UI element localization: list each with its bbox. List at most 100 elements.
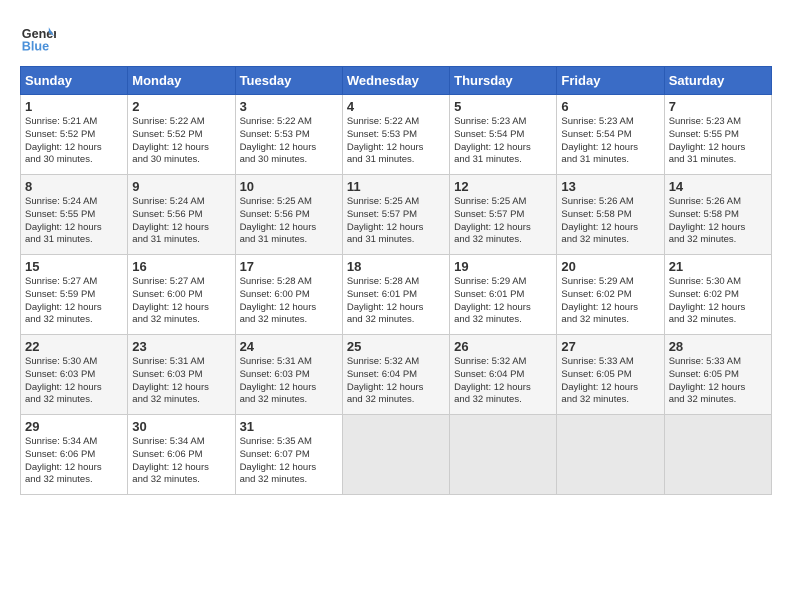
day-number: 21 xyxy=(669,259,767,274)
cell-content: Sunrise: 5:22 AM Sunset: 5:53 PM Dayligh… xyxy=(240,116,338,167)
calendar-cell: 13Sunrise: 5:26 AM Sunset: 5:58 PM Dayli… xyxy=(557,175,664,255)
column-header-wednesday: Wednesday xyxy=(342,67,449,95)
cell-content: Sunrise: 5:29 AM Sunset: 6:02 PM Dayligh… xyxy=(561,276,659,327)
calendar-cell: 1Sunrise: 5:21 AM Sunset: 5:52 PM Daylig… xyxy=(21,95,128,175)
calendar-cell xyxy=(342,415,449,495)
calendar-cell: 23 Sunrise: 5:31 AM Sunset: 6:03 PM Dayli… xyxy=(128,335,235,415)
column-header-friday: Friday xyxy=(557,67,664,95)
week-row-4: 22Sunrise: 5:30 AM Sunset: 6:03 PM Dayli… xyxy=(21,335,772,415)
calendar-cell: 9Sunrise: 5:24 AM Sunset: 5:56 PM Daylig… xyxy=(128,175,235,255)
day-number: 26 xyxy=(454,339,552,354)
calendar-cell: 6 Sunrise: 5:23 AM Sunset: 5:54 PM Daylig… xyxy=(557,95,664,175)
week-row-3: 15 Sunrise: 5:27 AM Sunset: 5:59 PM Dayli… xyxy=(21,255,772,335)
day-number: 19 xyxy=(454,259,552,274)
day-number: 31 xyxy=(240,419,338,434)
column-header-thursday: Thursday xyxy=(450,67,557,95)
column-header-tuesday: Tuesday xyxy=(235,67,342,95)
calendar-cell: 19 Sunrise: 5:29 AM Sunset: 6:01 PM Dayli… xyxy=(450,255,557,335)
cell-content: Sunrise: 5:34 AM Sunset: 6:06 PM Dayligh… xyxy=(132,436,230,487)
day-number: 3 xyxy=(240,99,338,114)
calendar-cell: 27Sunrise: 5:33 AM Sunset: 6:05 PM Dayli… xyxy=(557,335,664,415)
calendar-cell: 8 Sunrise: 5:24 AM Sunset: 5:55 PM Daylig… xyxy=(21,175,128,255)
day-number: 20 xyxy=(561,259,659,274)
cell-content: Sunrise: 5:24 AM Sunset: 5:55 PM Dayligh… xyxy=(25,196,123,247)
day-number: 1 xyxy=(25,99,123,114)
calendar-cell: 17 Sunrise: 5:28 AM Sunset: 6:00 PM Dayli… xyxy=(235,255,342,335)
cell-content: Sunrise: 5:23 AM Sunset: 5:54 PM Dayligh… xyxy=(454,116,552,167)
cell-content: Sunrise: 5:31 AM Sunset: 6:03 PM Dayligh… xyxy=(240,356,338,407)
day-number: 8 xyxy=(25,179,123,194)
column-header-saturday: Saturday xyxy=(664,67,771,95)
week-row-2: 8 Sunrise: 5:24 AM Sunset: 5:55 PM Daylig… xyxy=(21,175,772,255)
cell-content: Sunrise: 5:34 AM Sunset: 6:06 PM Dayligh… xyxy=(25,436,123,487)
calendar-cell: 5 Sunrise: 5:23 AM Sunset: 5:54 PM Daylig… xyxy=(450,95,557,175)
week-row-5: 29 Sunrise: 5:34 AM Sunset: 6:06 PM Dayli… xyxy=(21,415,772,495)
logo: General Blue xyxy=(20,20,56,56)
day-number: 25 xyxy=(347,339,445,354)
day-number: 11 xyxy=(347,179,445,194)
cell-content: Sunrise: 5:28 AM Sunset: 6:00 PM Dayligh… xyxy=(240,276,338,327)
calendar-cell: 12Sunrise: 5:25 AM Sunset: 5:57 PM Dayli… xyxy=(450,175,557,255)
logo-icon: General Blue xyxy=(20,20,56,56)
cell-content: Sunrise: 5:29 AM Sunset: 6:01 PM Dayligh… xyxy=(454,276,552,327)
day-number: 10 xyxy=(240,179,338,194)
calendar-cell: 11 Sunrise: 5:25 AM Sunset: 5:57 PM Dayli… xyxy=(342,175,449,255)
day-number: 5 xyxy=(454,99,552,114)
day-number: 17 xyxy=(240,259,338,274)
calendar-cell: 3 Sunrise: 5:22 AM Sunset: 5:53 PM Daylig… xyxy=(235,95,342,175)
page-header: General Blue xyxy=(20,20,772,56)
calendar-cell: 31 Sunrise: 5:35 AM Sunset: 6:07 PM Dayli… xyxy=(235,415,342,495)
calendar-cell: 10 Sunrise: 5:25 AM Sunset: 5:56 PM Dayli… xyxy=(235,175,342,255)
calendar-cell: 25 Sunrise: 5:32 AM Sunset: 6:04 PM Dayli… xyxy=(342,335,449,415)
calendar-cell: 18Sunrise: 5:28 AM Sunset: 6:01 PM Dayli… xyxy=(342,255,449,335)
header-row: SundayMondayTuesdayWednesdayThursdayFrid… xyxy=(21,67,772,95)
calendar-cell: 4Sunrise: 5:22 AM Sunset: 5:53 PM Daylig… xyxy=(342,95,449,175)
calendar-cell: 21 Sunrise: 5:30 AM Sunset: 6:02 PM Dayli… xyxy=(664,255,771,335)
calendar-cell: 7Sunrise: 5:23 AM Sunset: 5:55 PM Daylig… xyxy=(664,95,771,175)
day-number: 9 xyxy=(132,179,230,194)
day-number: 16 xyxy=(132,259,230,274)
cell-content: Sunrise: 5:33 AM Sunset: 6:05 PM Dayligh… xyxy=(669,356,767,407)
week-row-1: 1Sunrise: 5:21 AM Sunset: 5:52 PM Daylig… xyxy=(21,95,772,175)
calendar-cell xyxy=(664,415,771,495)
cell-content: Sunrise: 5:27 AM Sunset: 6:00 PM Dayligh… xyxy=(132,276,230,327)
calendar-cell: 30Sunrise: 5:34 AM Sunset: 6:06 PM Dayli… xyxy=(128,415,235,495)
cell-content: Sunrise: 5:30 AM Sunset: 6:02 PM Dayligh… xyxy=(669,276,767,327)
cell-content: Sunrise: 5:32 AM Sunset: 6:04 PM Dayligh… xyxy=(454,356,552,407)
calendar-cell: 28Sunrise: 5:33 AM Sunset: 6:05 PM Dayli… xyxy=(664,335,771,415)
calendar-cell: 20 Sunrise: 5:29 AM Sunset: 6:02 PM Dayli… xyxy=(557,255,664,335)
cell-content: Sunrise: 5:27 AM Sunset: 5:59 PM Dayligh… xyxy=(25,276,123,327)
calendar-cell: 24 Sunrise: 5:31 AM Sunset: 6:03 PM Dayli… xyxy=(235,335,342,415)
day-number: 24 xyxy=(240,339,338,354)
cell-content: Sunrise: 5:23 AM Sunset: 5:54 PM Dayligh… xyxy=(561,116,659,167)
cell-content: Sunrise: 5:32 AM Sunset: 6:04 PM Dayligh… xyxy=(347,356,445,407)
day-number: 23 xyxy=(132,339,230,354)
cell-content: Sunrise: 5:35 AM Sunset: 6:07 PM Dayligh… xyxy=(240,436,338,487)
day-number: 15 xyxy=(25,259,123,274)
cell-content: Sunrise: 5:22 AM Sunset: 5:53 PM Dayligh… xyxy=(347,116,445,167)
cell-content: Sunrise: 5:23 AM Sunset: 5:55 PM Dayligh… xyxy=(669,116,767,167)
calendar-cell xyxy=(557,415,664,495)
cell-content: Sunrise: 5:30 AM Sunset: 6:03 PM Dayligh… xyxy=(25,356,123,407)
calendar-cell: 29 Sunrise: 5:34 AM Sunset: 6:06 PM Dayli… xyxy=(21,415,128,495)
day-number: 14 xyxy=(669,179,767,194)
calendar-table: SundayMondayTuesdayWednesdayThursdayFrid… xyxy=(20,66,772,495)
cell-content: Sunrise: 5:31 AM Sunset: 6:03 PM Dayligh… xyxy=(132,356,230,407)
day-number: 6 xyxy=(561,99,659,114)
calendar-body: 1Sunrise: 5:21 AM Sunset: 5:52 PM Daylig… xyxy=(21,95,772,495)
day-number: 29 xyxy=(25,419,123,434)
calendar-cell: 14 Sunrise: 5:26 AM Sunset: 5:58 PM Dayli… xyxy=(664,175,771,255)
calendar-cell: 26 Sunrise: 5:32 AM Sunset: 6:04 PM Dayli… xyxy=(450,335,557,415)
cell-content: Sunrise: 5:25 AM Sunset: 5:57 PM Dayligh… xyxy=(454,196,552,247)
cell-content: Sunrise: 5:25 AM Sunset: 5:57 PM Dayligh… xyxy=(347,196,445,247)
calendar-cell: 16 Sunrise: 5:27 AM Sunset: 6:00 PM Dayli… xyxy=(128,255,235,335)
calendar-cell: 22Sunrise: 5:30 AM Sunset: 6:03 PM Dayli… xyxy=(21,335,128,415)
cell-content: Sunrise: 5:26 AM Sunset: 5:58 PM Dayligh… xyxy=(561,196,659,247)
cell-content: Sunrise: 5:22 AM Sunset: 5:52 PM Dayligh… xyxy=(132,116,230,167)
cell-content: Sunrise: 5:25 AM Sunset: 5:56 PM Dayligh… xyxy=(240,196,338,247)
cell-content: Sunrise: 5:26 AM Sunset: 5:58 PM Dayligh… xyxy=(669,196,767,247)
cell-content: Sunrise: 5:33 AM Sunset: 6:05 PM Dayligh… xyxy=(561,356,659,407)
svg-text:Blue: Blue xyxy=(22,40,49,54)
day-number: 18 xyxy=(347,259,445,274)
calendar-header: SundayMondayTuesdayWednesdayThursdayFrid… xyxy=(21,67,772,95)
